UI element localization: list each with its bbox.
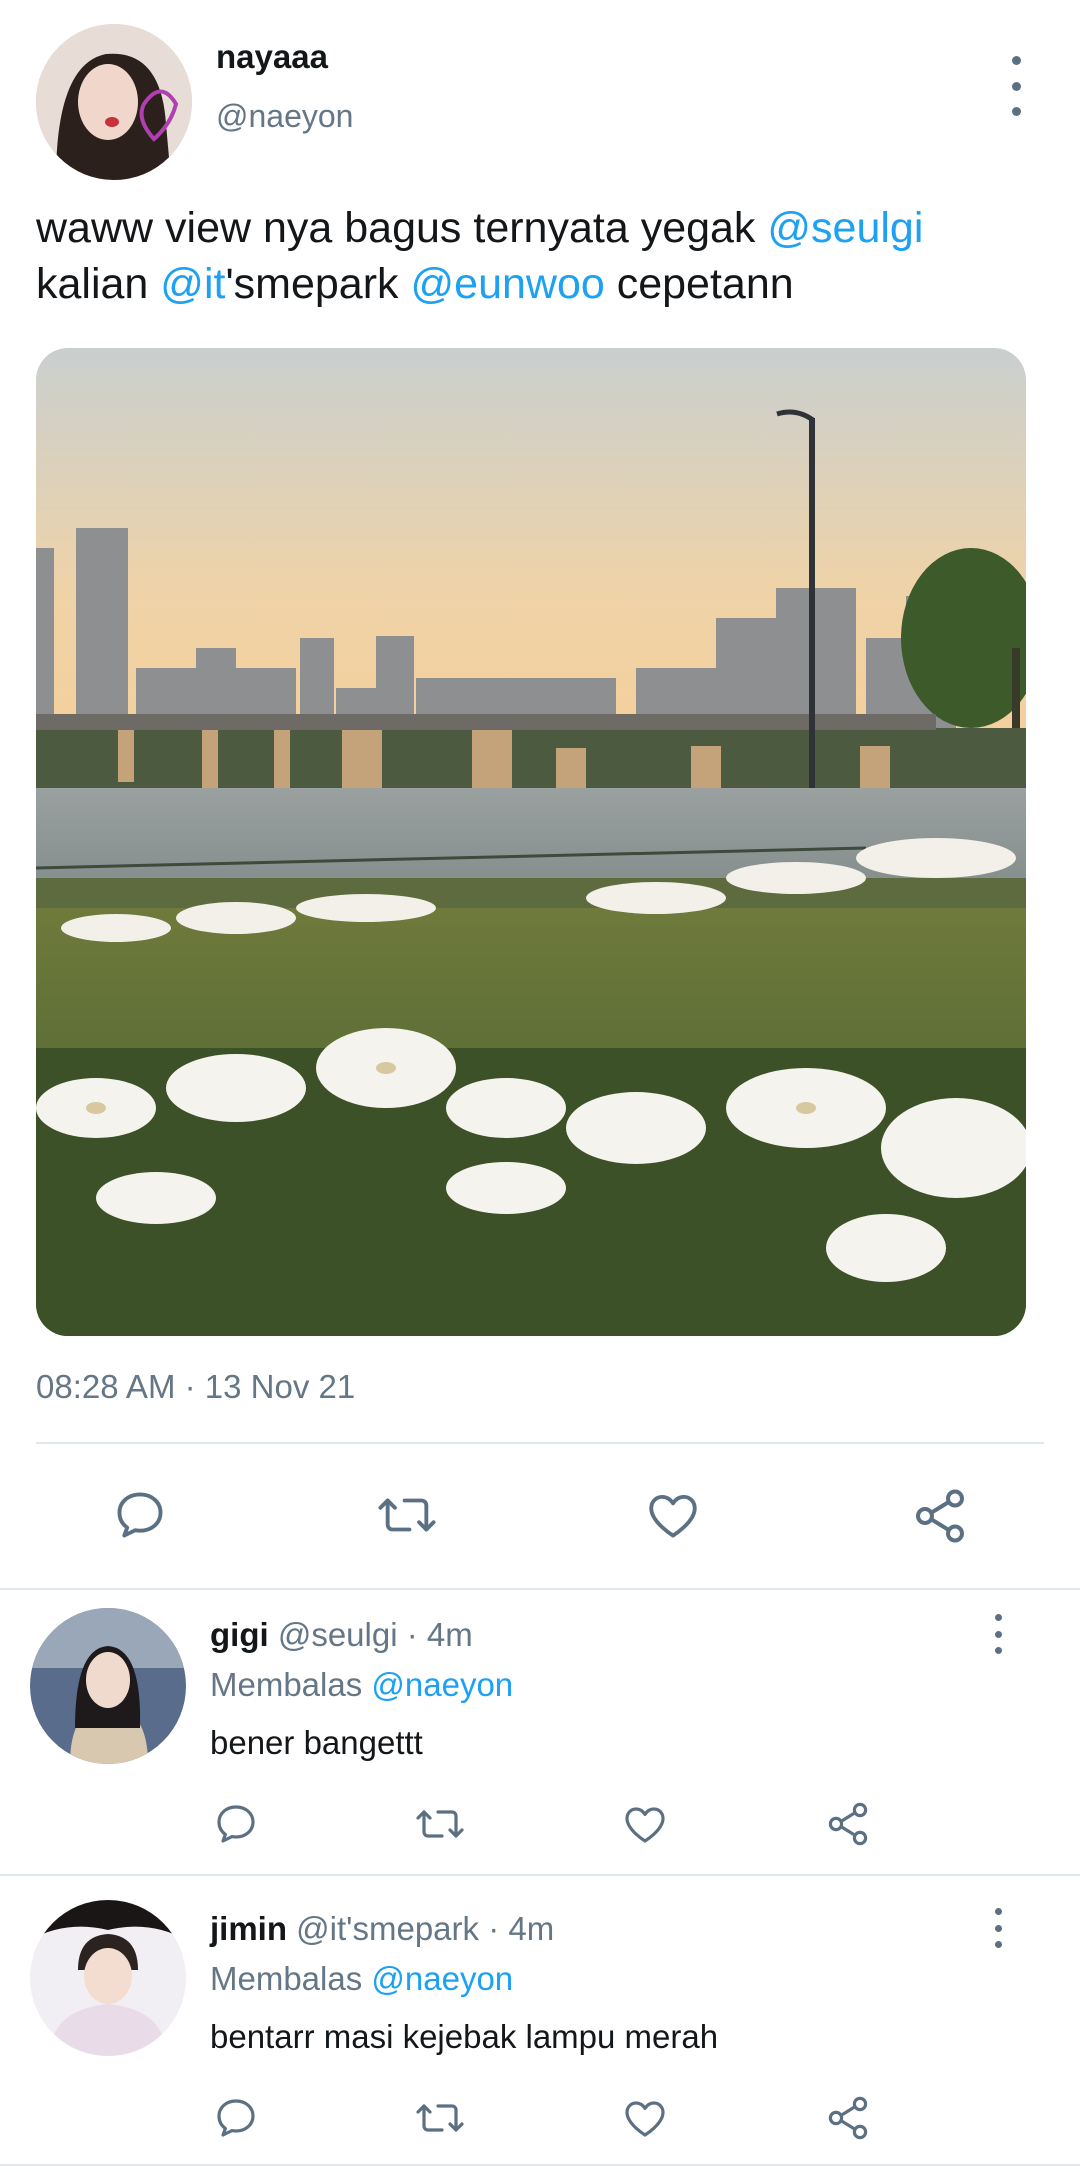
reply-icon[interactable] [212, 1800, 260, 1848]
reply-text: bener bangettt [210, 1724, 423, 1761]
tweet-text-part: 'smepark [225, 260, 411, 308]
share-icon[interactable] [824, 1800, 872, 1848]
author-avatar[interactable] [36, 24, 192, 180]
reply-display-name[interactable]: jimin [210, 1910, 287, 1947]
reply-icon[interactable] [110, 1486, 170, 1544]
reply-avatar[interactable] [30, 1608, 186, 1764]
divider [0, 1874, 1080, 1876]
tweet-photo[interactable] [36, 348, 1026, 1336]
reply-display-name[interactable]: gigi [210, 1616, 269, 1653]
tweet-text-part: kalian [36, 260, 161, 308]
reply-meta: @seulgi · 4m [268, 1616, 473, 1653]
author-display-name[interactable]: nayaaa [216, 38, 328, 76]
author-handle[interactable]: @naeyon [216, 98, 353, 135]
tweet-text-part: cepetann [604, 260, 794, 308]
like-icon[interactable] [620, 1800, 670, 1848]
reply-meta: @it'smepark · 4m [287, 1910, 555, 1947]
replying-to: Membalas @naeyon [210, 1960, 513, 1998]
reply-icon[interactable] [212, 2094, 260, 2142]
reply-avatar[interactable] [30, 1900, 186, 2056]
more-vertical-icon[interactable] [988, 1908, 1008, 1948]
share-icon[interactable] [824, 2094, 872, 2142]
replying-to: Membalas @naeyon [210, 1666, 513, 1704]
tweet-text-part: waww view nya bagus ternyata yegak [36, 204, 768, 252]
replying-prefix: Membalas [210, 1666, 372, 1703]
like-icon[interactable] [642, 1486, 704, 1544]
tweet-timestamp: 08:28 AM · 13 Nov 21 [36, 1368, 356, 1405]
divider [0, 1588, 1080, 1590]
reply-header: gigi @seulgi · 4m [210, 1616, 473, 1654]
replying-prefix: Membalas [210, 1960, 372, 1997]
retweet-icon[interactable] [414, 2094, 466, 2142]
mention-link[interactable]: @seulgi [767, 204, 923, 252]
divider [0, 2164, 1080, 2166]
mention-link[interactable]: @it [160, 260, 225, 308]
retweet-icon[interactable] [374, 1486, 440, 1544]
reply-text: bentarr masi kejebak lampu merah [210, 2018, 719, 2055]
reply-header: jimin @it'smepark · 4m [210, 1910, 554, 1948]
mention-link[interactable]: @eunwoo [411, 260, 605, 308]
more-vertical-icon[interactable] [1006, 56, 1026, 116]
more-vertical-icon[interactable] [988, 1614, 1008, 1654]
mention-link[interactable]: @naeyon [371, 1960, 513, 1997]
divider [36, 1442, 1044, 1444]
retweet-icon[interactable] [414, 1800, 466, 1848]
share-icon[interactable] [910, 1486, 970, 1546]
tweet-text: waww view nya bagus ternyata yegak @seul… [36, 200, 1036, 312]
like-icon[interactable] [620, 2094, 670, 2142]
mention-link[interactable]: @naeyon [371, 1666, 513, 1703]
